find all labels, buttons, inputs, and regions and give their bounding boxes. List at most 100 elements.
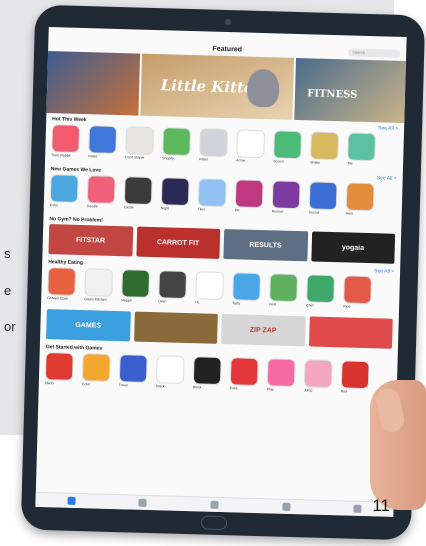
promo-banner[interactable]: yogaia [310,231,396,264]
app-icon[interactable] [44,352,74,381]
promo-banner[interactable]: CARROT FIT [135,226,221,259]
app-icon[interactable] [51,124,81,153]
app-icon[interactable] [121,269,151,298]
tab-updates-icon[interactable] [353,504,362,513]
app-tile[interactable]: Fit Men Cook [47,267,80,305]
app-tile[interactable]: Castle [124,176,157,214]
app-name: Veggie [121,298,132,303]
app-tile[interactable]: Shopify [162,127,195,165]
app-icon[interactable] [273,130,302,160]
app-icon[interactable] [158,270,188,299]
app-tile[interactable]: Red [341,360,374,398]
app-tile[interactable]: PR [235,179,268,217]
app-tile[interactable]: Stack [156,355,189,393]
app-tile[interactable]: Chef [306,274,339,312]
app-tile[interactable]: Poke [230,357,263,395]
app-icon[interactable] [236,129,265,159]
promo-banner[interactable]: ZIP ZAP [221,313,306,347]
app-tile[interactable]: Tile [347,132,380,170]
app-tile[interactable]: Scorch [273,130,306,168]
promo-banner[interactable]: GAMES [46,309,131,342]
home-button[interactable] [200,515,228,531]
app-icon[interactable] [310,131,339,161]
app-icon[interactable] [84,268,114,297]
app-icon[interactable] [347,132,376,162]
app-tile[interactable]: Snake [310,131,343,169]
app-tile[interactable]: Kitten [199,128,232,166]
app-icon[interactable] [306,274,335,304]
app-icon[interactable] [49,174,79,203]
app-tile[interactable]: Tasty [232,272,265,310]
app-icon[interactable] [123,176,153,205]
see-all-link[interactable]: See All > [378,125,398,132]
app-icon[interactable] [47,267,77,296]
app-icon[interactable] [81,353,111,382]
app-tile[interactable]: Runner [272,180,305,218]
app-tile[interactable]: Notes [88,125,121,163]
app-icon[interactable] [199,128,229,158]
app-icon[interactable] [232,272,261,302]
app-name: Night [160,206,169,211]
app-tile[interactable]: Oven [158,270,191,308]
tab-explore-icon[interactable] [210,500,219,509]
app-icon[interactable] [303,359,333,389]
app-icon[interactable] [269,273,298,303]
app-icon[interactable] [162,127,192,157]
app-tile[interactable]: Fruit [269,273,302,311]
app-icon[interactable] [160,177,190,207]
app-name: Tonic Rabbit [51,153,71,158]
app-tile[interactable]: Night [161,177,194,215]
app-tile[interactable]: Tower [119,354,152,392]
app-icon[interactable] [125,126,155,156]
hero-card-1[interactable] [46,51,140,116]
app-tile[interactable]: Mario [45,352,78,390]
app-icon[interactable] [266,358,296,388]
app-icon[interactable] [229,357,259,387]
app-tile[interactable]: Green Kitchen [84,268,117,306]
app-tile[interactable]: Tiles [198,178,231,216]
app-icon[interactable] [308,181,338,211]
see-all-link[interactable]: See All > [374,268,394,275]
app-tile[interactable]: Ripe [343,275,376,313]
app-tile[interactable]: Play [267,358,300,396]
promo-banner[interactable] [308,316,393,349]
app-tile[interactable]: Veggie [121,269,154,307]
tab-search-icon[interactable] [281,502,291,511]
app-icon[interactable] [86,175,116,204]
app-icon[interactable] [155,355,185,384]
promo-banner[interactable]: FITSTAR [48,224,133,257]
app-tile[interactable]: Tonic Rabbit [51,124,84,162]
app-name: Oven [158,299,167,304]
app-tile[interactable]: Color [50,174,83,212]
app-icon[interactable] [118,354,148,383]
app-tile[interactable]: Block [193,356,226,394]
app-icon[interactable] [197,178,227,208]
app-icon[interactable] [343,275,372,305]
app-tile[interactable]: Soccer [309,181,342,219]
app-tile[interactable]: Don't Starve [125,126,158,164]
app-tile[interactable]: HL [195,271,228,309]
app-tile[interactable]: Jump [304,359,337,397]
see-all-link[interactable]: See All > [377,175,397,182]
hero-card-2[interactable]: Little Kitten [139,53,295,120]
app-name: Snake [310,160,321,165]
app-tile[interactable]: Color [82,353,115,391]
search-input[interactable]: Search [348,48,401,58]
tab-charts-icon[interactable] [138,498,148,507]
app-icon[interactable] [192,356,222,385]
tab-featured-icon[interactable] [67,496,76,505]
app-icon[interactable] [340,360,370,390]
app-icon[interactable] [88,125,118,154]
promo-banner[interactable]: RESULTS [223,229,308,262]
promo-banner[interactable] [133,311,218,344]
hero-card-3[interactable]: FITNESS [294,57,406,124]
app-name: Tiles [197,207,206,212]
app-icon[interactable] [234,179,264,209]
app-tile[interactable]: Doodle [87,175,120,213]
app-icon[interactable] [195,271,225,301]
app-tile[interactable]: Arrow [236,129,269,167]
app-name: Green Kitchen [84,297,107,302]
app-tile[interactable]: Hero [346,182,379,220]
app-icon[interactable] [271,180,301,210]
app-icon[interactable] [345,182,375,212]
